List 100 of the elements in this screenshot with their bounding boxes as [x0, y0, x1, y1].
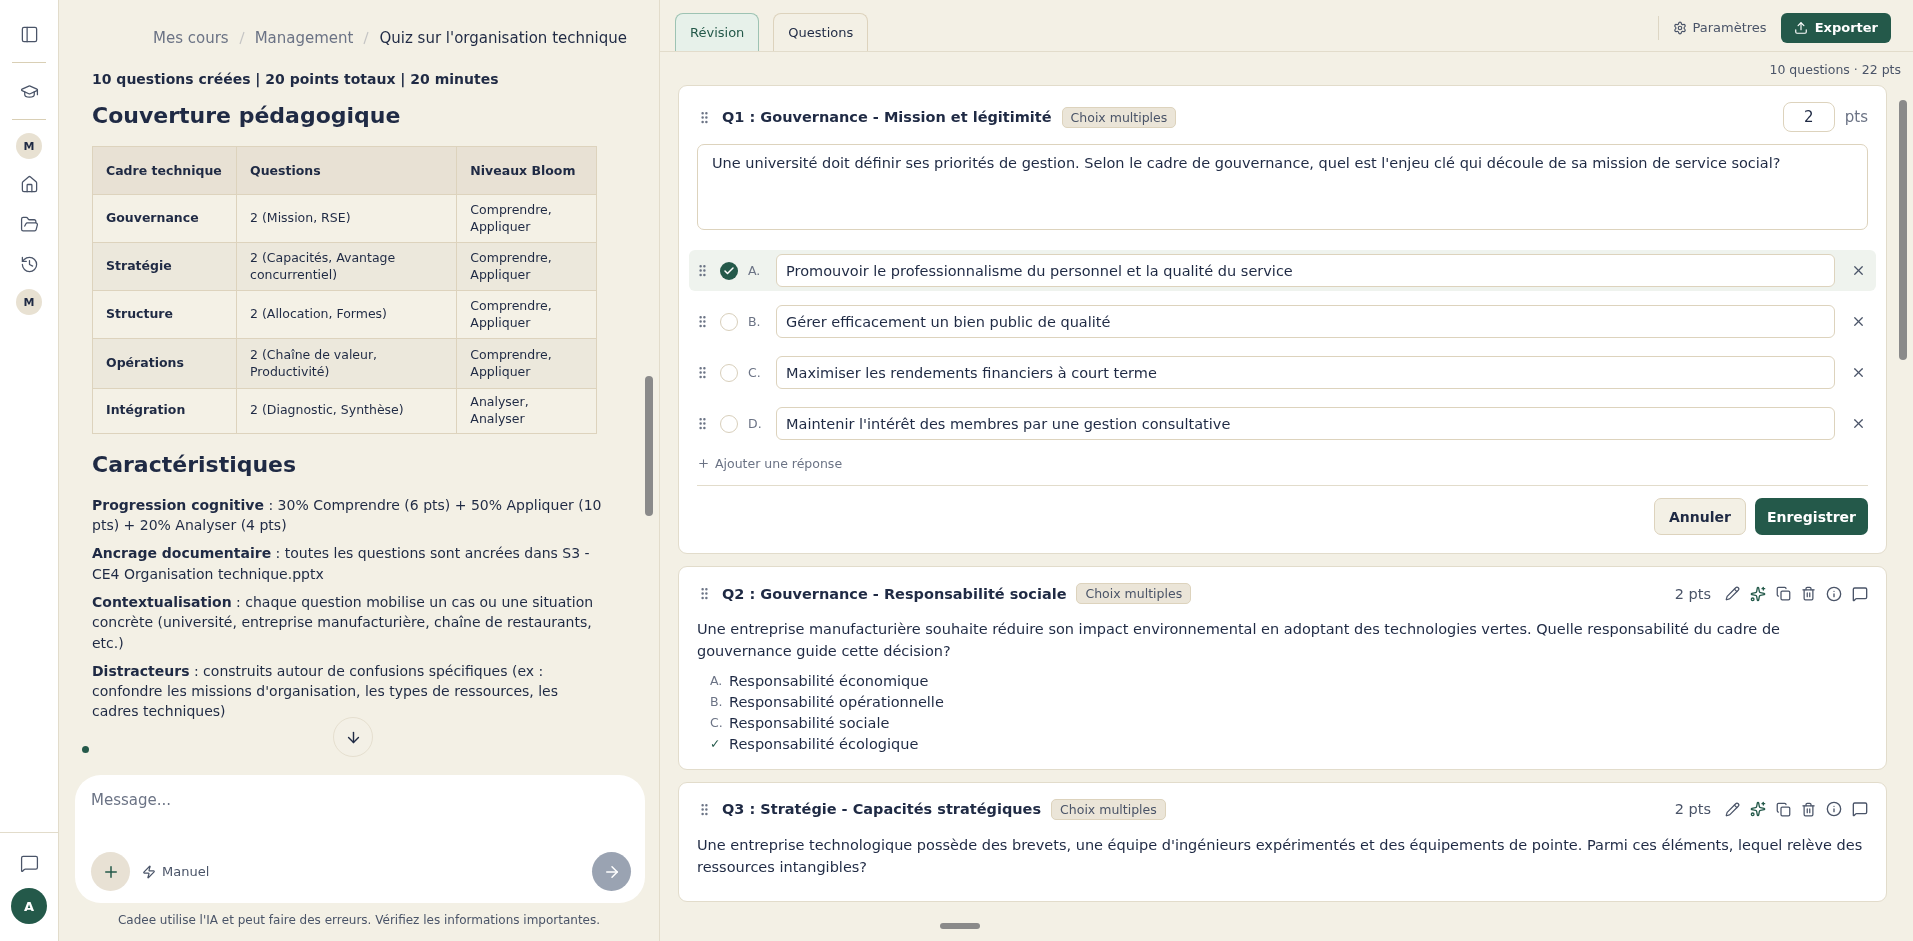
- question-type-tag: Choix multiples: [1061, 106, 1177, 128]
- avatar[interactable]: M: [16, 289, 42, 315]
- question-title: Q1 : Gouvernance - Mission et légitimité: [722, 109, 1052, 125]
- breadcrumb-link[interactable]: Quiz sur l'organisation technique: [379, 29, 627, 47]
- section-heading: Caractéristiques: [92, 451, 298, 477]
- correct-answer-radio[interactable]: [720, 312, 738, 331]
- copy-icon[interactable]: [1776, 801, 1791, 817]
- question-text: Une entreprise manufacturière souhaite réduire son impact environnemental en adoptant des technologies vertes. Quelle responsabilité du cadre de gouvernance guide cette décision?: [697, 620, 1781, 662]
- answer-marker: B.: [710, 694, 721, 710]
- status-dot: [82, 746, 89, 753]
- disclaimer: Cadee utilise l'IA et peut faire des erreurs. Vérifiez les informations importantes.: [116, 913, 602, 927]
- answer-marker: C.: [710, 715, 721, 731]
- resize-handle[interactable]: [940, 923, 980, 929]
- table-cell: Gouvernance: [92, 194, 237, 243]
- question-title: Q2 : Gouvernance - Responsabilité sociale: [722, 585, 1067, 602]
- tab[interactable]: Révision: [675, 13, 760, 51]
- edit-icon[interactable]: [1725, 801, 1740, 817]
- correct-answer-radio[interactable]: [720, 261, 738, 280]
- table-cell: Stratégie: [92, 242, 237, 291]
- column-header: Questions: [236, 146, 457, 195]
- plus-icon: [697, 457, 710, 470]
- feature-paragraph: Distracteurs : construits autour de confusions spécifiques (ex : confondre les missions d'organisation, les types de ressources, les cadres techniques): [92, 661, 560, 722]
- remove-icon[interactable]: [1851, 263, 1866, 278]
- question-title: Q3 : Stratégie - Capacités stratégiques: [722, 801, 1042, 818]
- comment-icon[interactable]: [1852, 585, 1868, 602]
- question-type-tag: Choix multiples: [1051, 798, 1166, 820]
- answer-field[interactable]: Promouvoir le professionnalisme du personnel et la qualité du service: [776, 254, 1835, 287]
- sparkles-icon[interactable]: [1750, 585, 1766, 602]
- edit-icon[interactable]: [1725, 586, 1740, 601]
- answer-field[interactable]: Maintenir l'intérêt des membres par une gestion consultative: [776, 407, 1835, 440]
- copy-icon[interactable]: [1776, 586, 1791, 601]
- table-cell: Comprendre, Appliquer: [456, 242, 597, 291]
- answer-marker: A.: [710, 673, 721, 689]
- scrollbar-thumb[interactable]: [1899, 100, 1907, 360]
- table-cell: Analyser, Analyser: [456, 388, 597, 434]
- table-cell: 2 (Chaîne de valeur, Productivité): [236, 338, 457, 389]
- table-cell: Comprendre, Appliquer: [456, 194, 597, 243]
- breadcrumb-link[interactable]: Management: [254, 29, 354, 47]
- correct-answer-radio[interactable]: [720, 414, 738, 433]
- breadcrumb-link[interactable]: Mes cours: [153, 29, 229, 47]
- add-answer-button[interactable]: Ajouter une réponse: [697, 456, 843, 471]
- user-avatar[interactable]: A: [11, 888, 47, 924]
- column-header: Niveaux Bloom: [456, 146, 597, 195]
- table-cell: 2 (Capacités, Avantage concurrentiel): [236, 242, 457, 291]
- answer-text: Responsabilité opérationnelle: [729, 693, 944, 710]
- answer-letter: D.: [748, 416, 763, 431]
- answer-field[interactable]: Maximiser les rendements financiers à court terme: [776, 356, 1835, 389]
- answer-letter: A.: [748, 263, 762, 278]
- add-button[interactable]: [91, 852, 130, 891]
- cancel-button[interactable]: Annuler: [1653, 498, 1746, 535]
- sparkles-icon[interactable]: [1750, 801, 1766, 818]
- scroll-down-button[interactable]: [333, 717, 373, 757]
- quiz-summary: 10 questions créées | 20 points totaux | 20 minutes: [92, 71, 500, 87]
- tab[interactable]: Questions: [773, 13, 869, 51]
- table-cell: 2 (Diagnostic, Synthèse): [236, 388, 457, 434]
- table-cell: Intégration: [92, 388, 237, 434]
- settings-icon: [1672, 20, 1687, 35]
- export-button[interactable]: Exporter: [1780, 12, 1891, 43]
- question-field[interactable]: Une université doit définir ses priorités de gestion. Selon le cadre de gouvernance, quel est l'enjeu clé qui découle de sa mission de service social?: [697, 144, 1868, 230]
- section-heading: Couverture pédagogique: [92, 103, 402, 128]
- feature-paragraph: Progression cognitive : 30% Comprendre (6 pts) + 50% Appliquer (10 pts) + 20% Analyser (4 pts): [92, 495, 603, 536]
- scrollbar-thumb[interactable]: [645, 376, 653, 516]
- answer-text: Responsabilité économique: [729, 672, 929, 689]
- answer-field[interactable]: Gérer efficacement un bien public de qualité: [776, 305, 1835, 338]
- delete-icon[interactable]: [1801, 586, 1816, 601]
- points-label: 2 pts: [1674, 801, 1711, 818]
- table-cell: 2 (Mission, RSE): [236, 194, 457, 243]
- answer-letter: B.: [748, 314, 762, 329]
- check-icon: [723, 264, 735, 277]
- comment-icon[interactable]: [1852, 801, 1868, 818]
- remove-icon[interactable]: [1851, 416, 1866, 431]
- message-field[interactable]: Message...: [91, 791, 631, 809]
- table-cell: Comprendre, Appliquer: [456, 338, 597, 389]
- feature-paragraph: Contextualisation : chaque question mobilise un cas ou une situation concrète (université, entreprise manufacturière, chaîne de restaurants, etc.): [92, 592, 595, 653]
- lightning-icon: [142, 864, 156, 879]
- remove-icon[interactable]: [1851, 365, 1866, 380]
- column-header: Cadre technique: [92, 146, 237, 195]
- correct-answer-radio[interactable]: [720, 363, 738, 382]
- table-cell: Opérations: [92, 338, 237, 389]
- info-icon[interactable]: [1826, 801, 1842, 818]
- points-field[interactable]: 2: [1782, 102, 1835, 132]
- table-cell: Structure: [92, 290, 237, 339]
- info-icon[interactable]: [1826, 585, 1842, 602]
- remove-icon[interactable]: [1851, 314, 1866, 329]
- question-text: Une entreprise technologique possède des brevets, une équipe d'ingénieurs expérimentés et des équipements de pointe. Parmi ces éléments, lequel relève des ressources intangibles?: [697, 835, 1864, 878]
- answer-marker: ✓: [710, 736, 721, 752]
- mode-button[interactable]: Manuel: [142, 864, 210, 879]
- answer-text: Responsabilité sociale: [729, 714, 890, 731]
- delete-icon[interactable]: [1801, 801, 1816, 817]
- feature-paragraph: Ancrage documentaire : toutes les questions sont ancrées dans S3 - CE4 Organisation technique.pptx: [92, 544, 591, 584]
- table-cell: Comprendre, Appliquer: [456, 290, 597, 339]
- save-button[interactable]: Enregistrer: [1754, 498, 1868, 535]
- settings-button[interactable]: Paramètres: [1672, 20, 1767, 35]
- separator-icon: [363, 31, 370, 45]
- table-cell: 2 (Allocation, Formes): [236, 290, 457, 339]
- quiz-totals: 10 questions · 22 pts: [1768, 61, 1902, 79]
- points-unit: pts: [1844, 108, 1868, 126]
- avatar[interactable]: M: [16, 133, 42, 159]
- answer-text: Responsabilité écologique: [729, 735, 919, 752]
- answer-letter: C.: [748, 365, 762, 380]
